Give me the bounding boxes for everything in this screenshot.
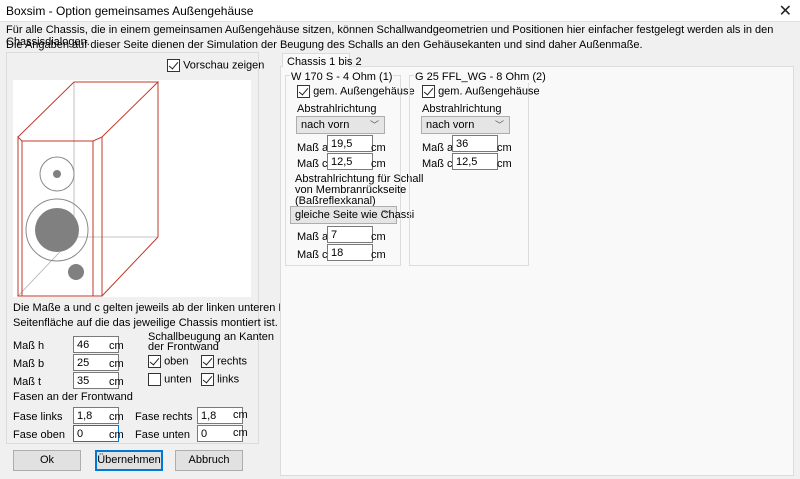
label: Maß c bbox=[297, 249, 328, 261]
label: Maß a bbox=[422, 142, 454, 154]
speaker-preview bbox=[13, 80, 251, 297]
chevron-down-icon: ﹀ bbox=[369, 120, 379, 130]
bevels-title: Fasen an der Frontwand bbox=[13, 391, 133, 403]
unit: cm bbox=[371, 142, 386, 154]
unit: cm bbox=[109, 429, 124, 441]
checkbox-box[interactable] bbox=[167, 59, 180, 72]
chevron-down-icon: ﹀ bbox=[494, 120, 504, 130]
chassis-2-c-input[interactable] bbox=[452, 153, 498, 170]
preview-label: Vorschau zeigen bbox=[183, 59, 265, 72]
chassis-2-dir-select[interactable]: nach vorn ﹀ bbox=[421, 116, 510, 134]
chassis-1-c-input[interactable] bbox=[327, 153, 373, 170]
ok-button[interactable]: Ok bbox=[13, 450, 81, 471]
note-line-1: Die Maße a und c gelten jeweils ab der l… bbox=[13, 302, 322, 314]
unit: cm bbox=[371, 158, 386, 170]
label: Maß c bbox=[297, 158, 328, 170]
diffraction-top-checkbox[interactable]: oben bbox=[148, 355, 189, 368]
chassis-2-title: G 25 FFL_WG - 8 Ohm (2) bbox=[414, 71, 547, 83]
bevel-right-label: Fase rechts bbox=[135, 411, 193, 423]
label: Maß a bbox=[297, 231, 329, 243]
chassis-2-shared-checkbox[interactable]: gem. Außengehäuse bbox=[422, 85, 540, 98]
tab-chassis-1-2[interactable]: Chassis 1 bis 2 bbox=[282, 53, 362, 68]
chassis-1-dir-select[interactable]: nach vorn ﹀ bbox=[296, 116, 385, 134]
chassis-1-dir-label: Abstrahlrichtung bbox=[297, 103, 377, 115]
tweeter-dome bbox=[53, 170, 61, 178]
bevel-left-label: Fase links bbox=[13, 411, 63, 423]
dim-t-label: Maß t bbox=[13, 376, 42, 388]
dim-b-label: Maß b bbox=[13, 358, 45, 370]
diffraction-bottom-checkbox[interactable]: unten bbox=[148, 373, 192, 386]
unit: cm bbox=[109, 358, 124, 370]
preview-checkbox[interactable]: Vorschau zeigen bbox=[167, 59, 264, 72]
chassis-2-dir-label: Abstrahlrichtung bbox=[422, 103, 502, 115]
unit: cm bbox=[233, 409, 248, 421]
unit: cm bbox=[109, 340, 124, 352]
chassis-1-shared-checkbox[interactable]: gem. Außengehäuse bbox=[297, 85, 415, 98]
woofer-cone bbox=[35, 208, 79, 252]
note-line-2: Seitenfläche auf die das jeweilige Chass… bbox=[13, 317, 278, 329]
bass-port bbox=[68, 264, 84, 280]
close-button[interactable]: ✕ bbox=[779, 1, 792, 21]
chassis-1-title: W 170 S - 4 Ohm (1) bbox=[290, 71, 394, 83]
unit: cm bbox=[497, 142, 512, 154]
unit: cm bbox=[233, 427, 248, 439]
chassis-1-a-input[interactable] bbox=[327, 135, 373, 152]
info-line-2: Die Angaben auf dieser Seite dienen der … bbox=[6, 39, 643, 51]
unit: cm bbox=[497, 158, 512, 170]
chassis-1-rear-a-input[interactable] bbox=[327, 226, 373, 243]
dim-h-label: Maß h bbox=[13, 340, 45, 352]
apply-button[interactable]: Übernehmen bbox=[95, 450, 163, 471]
unit: cm bbox=[371, 249, 386, 261]
chassis-1-rear-dir-select[interactable]: gleiche Seite wie Chassi ﹀ bbox=[290, 206, 414, 224]
unit: cm bbox=[371, 231, 386, 243]
chassis-2-a-input[interactable] bbox=[452, 135, 498, 152]
diffraction-right-checkbox[interactable]: rechts bbox=[201, 355, 247, 368]
cancel-button[interactable]: Abbruch bbox=[175, 450, 243, 471]
bevel-top-label: Fase oben bbox=[13, 429, 65, 441]
bevel-bottom-label: Fase unten bbox=[135, 429, 191, 441]
chevron-down-icon: ﹀ bbox=[381, 210, 391, 220]
label: Maß a bbox=[297, 142, 329, 154]
diffraction-title-2: der Frontwand bbox=[148, 341, 219, 353]
unit: cm bbox=[109, 411, 124, 423]
window-title: Boxsim - Option gemeinsames Außengehäuse bbox=[6, 4, 254, 18]
unit: cm bbox=[109, 376, 124, 388]
label: Maß c bbox=[422, 158, 453, 170]
diffraction-left-checkbox[interactable]: links bbox=[201, 373, 239, 386]
chassis-1-rear-c-input[interactable] bbox=[327, 244, 373, 261]
